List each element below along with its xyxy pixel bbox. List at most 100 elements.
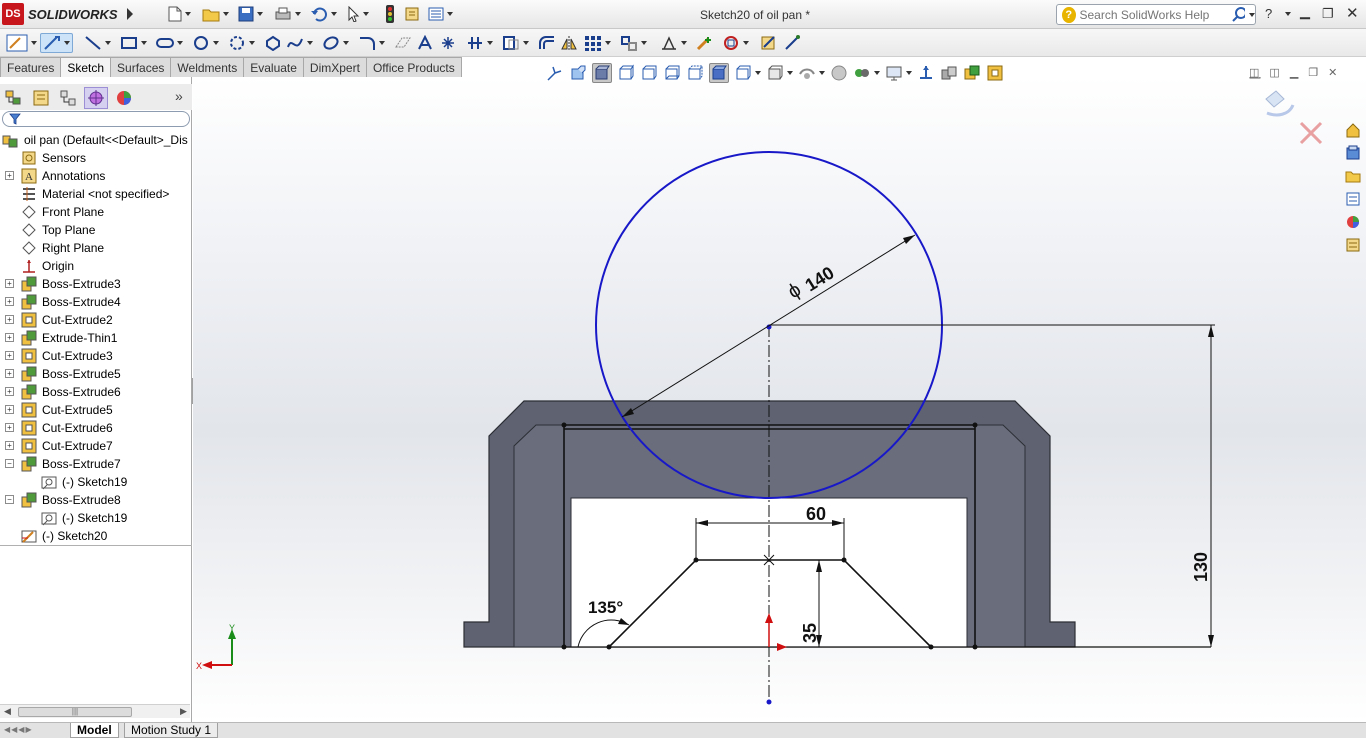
section-view-icon[interactable] bbox=[617, 64, 635, 82]
convert-entities-button[interactable] bbox=[502, 33, 529, 53]
design-library-icon[interactable] bbox=[1342, 142, 1364, 164]
dimension-overall-130[interactable]: 130 bbox=[1191, 552, 1211, 582]
part-view-icon[interactable] bbox=[940, 64, 958, 82]
realview-icon[interactable] bbox=[853, 64, 880, 82]
tab-navigation-icon[interactable]: ◀◀◀▶ bbox=[4, 725, 33, 734]
triad-view-icon[interactable] bbox=[917, 64, 935, 82]
menu-expand-icon[interactable] bbox=[127, 8, 133, 20]
dimension-diameter-140[interactable]: 140 bbox=[802, 263, 838, 296]
file-properties-button[interactable] bbox=[404, 5, 420, 23]
save-button[interactable] bbox=[238, 5, 263, 23]
spline-button[interactable] bbox=[286, 33, 313, 53]
appearances-scenes-icon[interactable] bbox=[1342, 211, 1364, 233]
scroll-left-icon[interactable]: ◀ bbox=[4, 706, 11, 717]
tile-horizontal-icon[interactable]: ◫ bbox=[1249, 66, 1259, 79]
line-button[interactable] bbox=[84, 33, 111, 53]
offset-entities-button[interactable] bbox=[538, 33, 556, 53]
expand-icon[interactable]: + bbox=[5, 351, 14, 360]
dimxpert-manager-tab[interactable] bbox=[84, 87, 108, 109]
options-button[interactable] bbox=[428, 5, 453, 23]
viewport-restore-icon[interactable]: ❐ bbox=[1308, 66, 1318, 79]
display-manager-tab[interactable] bbox=[112, 87, 136, 109]
tree-horizontal-scrollbar[interactable]: ◀ ||| ▶ bbox=[0, 704, 190, 718]
restore-icon[interactable]: ❐ bbox=[1322, 6, 1334, 22]
dimension-width-60[interactable]: 60 bbox=[806, 504, 826, 524]
ellipse-button[interactable] bbox=[322, 33, 349, 53]
expand-icon[interactable]: + bbox=[5, 315, 14, 324]
file-explorer-icon[interactable] bbox=[1342, 165, 1364, 187]
tab-evaluate[interactable]: Evaluate bbox=[243, 57, 304, 77]
point-button[interactable] bbox=[440, 33, 456, 53]
help-icon[interactable]: ? bbox=[1265, 6, 1272, 21]
solidworks-logo[interactable]: DS SOLIDWORKS bbox=[2, 3, 134, 25]
trim-button[interactable] bbox=[466, 33, 493, 53]
linear-pattern-button[interactable] bbox=[584, 33, 611, 53]
collapse-icon[interactable]: − bbox=[5, 495, 14, 504]
view-settings-icon[interactable] bbox=[830, 64, 848, 82]
display-relations-button[interactable] bbox=[660, 33, 687, 53]
dimension-height-35[interactable]: 35 bbox=[800, 623, 820, 643]
print-button[interactable] bbox=[274, 5, 301, 23]
scroll-right-icon[interactable]: ▶ bbox=[180, 706, 187, 717]
sketch-canvas[interactable]: ϕ 140 130 60 35 135° Y X bbox=[193, 77, 1366, 722]
centerline-end-point[interactable] bbox=[766, 699, 772, 705]
fillet-button[interactable] bbox=[358, 33, 385, 53]
tab-office-products[interactable]: Office Products bbox=[365, 57, 462, 77]
viewport-minimize-icon[interactable]: ▁ bbox=[1290, 66, 1298, 79]
help-search-box[interactable]: ? bbox=[1056, 4, 1256, 25]
expand-icon[interactable]: + bbox=[5, 279, 14, 288]
tab-motion-study-1[interactable]: Motion Study 1 bbox=[124, 723, 219, 738]
expand-icon[interactable]: + bbox=[5, 423, 14, 432]
tile-vertical-icon[interactable]: ◫ bbox=[1269, 66, 1279, 79]
instant2d-button[interactable] bbox=[784, 33, 802, 53]
expand-icon[interactable]: + bbox=[5, 171, 14, 180]
expand-icon[interactable]: + bbox=[5, 387, 14, 396]
feature-manager-tab[interactable] bbox=[2, 87, 26, 109]
rebuild-button[interactable] bbox=[386, 5, 394, 23]
smart-dimension-button[interactable] bbox=[40, 33, 73, 53]
dimension-angle-135[interactable]: 135° bbox=[588, 598, 623, 617]
scrollbar-thumb[interactable]: ||| bbox=[18, 707, 132, 717]
expand-icon[interactable]: + bbox=[5, 297, 14, 306]
solidworks-resources-icon[interactable] bbox=[1342, 119, 1364, 141]
sketch-confirmation-corner[interactable] bbox=[1265, 90, 1323, 145]
expand-icon[interactable]: + bbox=[5, 369, 14, 378]
collapse-icon[interactable]: − bbox=[5, 459, 14, 468]
expand-icon[interactable]: + bbox=[5, 333, 14, 342]
property-manager-tab[interactable] bbox=[29, 87, 53, 109]
zoom-to-area-icon[interactable] bbox=[569, 64, 587, 82]
minimize-icon[interactable]: ▁ bbox=[1300, 4, 1310, 20]
tab-dimxpert[interactable]: DimXpert bbox=[302, 57, 367, 77]
rectangle-button[interactable] bbox=[120, 33, 147, 53]
hide-show-items-icon[interactable] bbox=[734, 64, 761, 82]
open-button[interactable] bbox=[202, 5, 229, 23]
hidden-lines-icon[interactable] bbox=[686, 64, 704, 82]
undo-button[interactable] bbox=[310, 5, 337, 23]
search-dropdown-icon[interactable] bbox=[1249, 12, 1255, 17]
sketch-button[interactable] bbox=[6, 33, 37, 53]
display-style-icon[interactable] bbox=[663, 64, 681, 82]
tab-features[interactable]: Features bbox=[0, 57, 62, 77]
view-orientation-icon[interactable] bbox=[640, 64, 658, 82]
chevron-right-icon[interactable]: » bbox=[175, 88, 183, 104]
circle-button[interactable] bbox=[192, 33, 219, 53]
close-icon[interactable]: ✕ bbox=[1346, 4, 1359, 22]
tree-filter-input[interactable] bbox=[2, 111, 190, 127]
rapid-sketch-button[interactable] bbox=[760, 33, 778, 53]
arc-button[interactable] bbox=[228, 33, 255, 53]
search-input[interactable] bbox=[1079, 7, 1230, 22]
tab-sketch[interactable]: Sketch bbox=[60, 57, 112, 77]
help-dropdown-icon[interactable] bbox=[1285, 12, 1291, 16]
custom-properties-icon[interactable] bbox=[1342, 234, 1364, 256]
zoom-to-fit-icon[interactable] bbox=[546, 64, 564, 82]
graphics-area[interactable]: ϕ 140 130 60 35 135° Y X bbox=[193, 77, 1366, 722]
edit-appearance-icon[interactable] bbox=[766, 64, 793, 82]
text-button[interactable] bbox=[416, 33, 434, 53]
view-palette-icon[interactable] bbox=[1342, 188, 1364, 210]
polygon-button[interactable] bbox=[264, 33, 282, 53]
configuration-manager-tab[interactable] bbox=[56, 87, 80, 109]
slot-button[interactable] bbox=[156, 33, 183, 53]
render-tools-icon[interactable] bbox=[963, 64, 981, 82]
repair-sketch-button[interactable] bbox=[696, 33, 714, 53]
new-document-button[interactable] bbox=[168, 5, 191, 23]
